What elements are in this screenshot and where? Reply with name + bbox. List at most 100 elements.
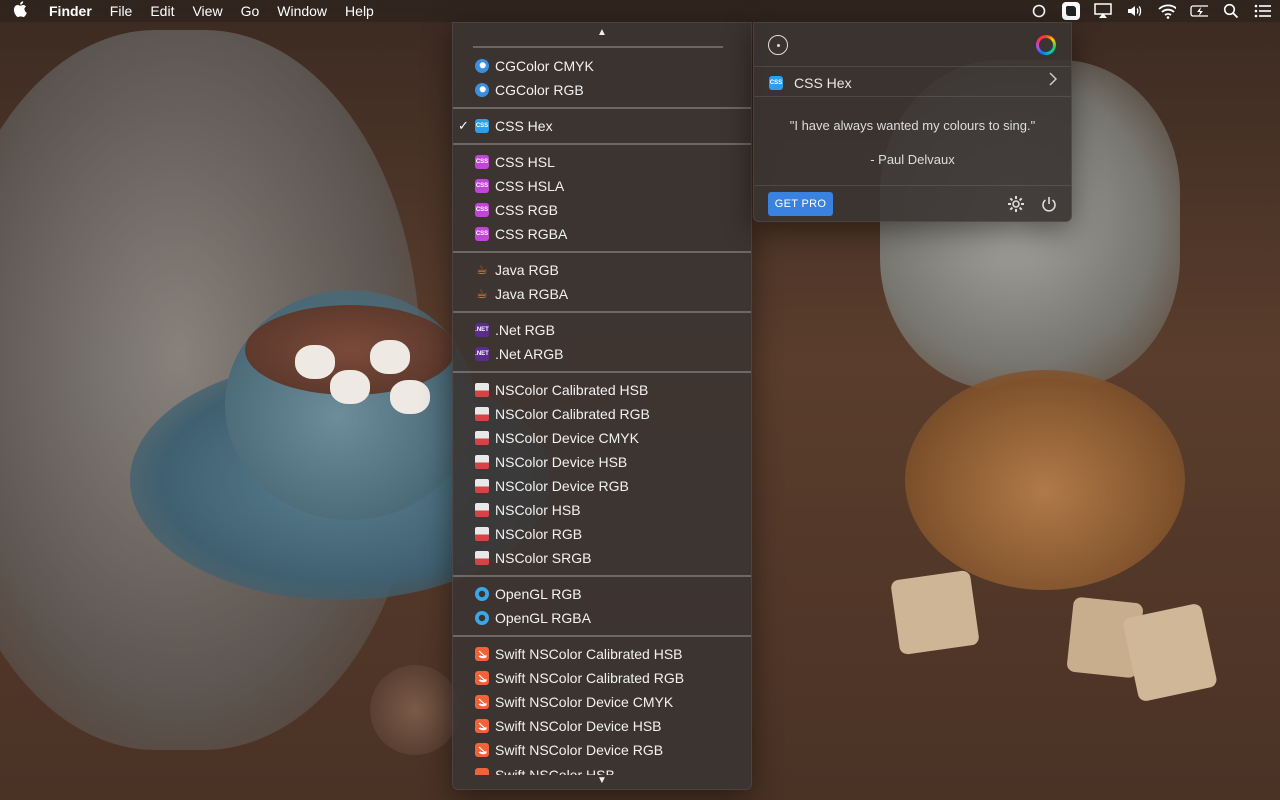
wallpaper-bowl xyxy=(905,370,1185,590)
menu-bar: Finder File Edit View Go Window Help xyxy=(0,0,1280,22)
wallpaper-macaron xyxy=(370,665,460,755)
menu-item-swift-nscolor-device-cmyk[interactable]: Swift NSColor Device CMYK xyxy=(453,690,751,714)
dotnet-icon: .NET xyxy=(475,347,489,361)
menu-view[interactable]: View xyxy=(183,0,231,22)
get-pro-button[interactable]: GET PRO xyxy=(768,192,833,216)
power-icon[interactable] xyxy=(1039,194,1059,214)
menu-separator xyxy=(453,143,751,145)
menu-separator xyxy=(453,251,751,253)
wallpaper-marshmallow xyxy=(330,370,370,404)
nscolor-icon xyxy=(475,503,489,517)
gear-icon[interactable] xyxy=(1006,194,1026,214)
notification-center-icon[interactable] xyxy=(1254,2,1272,20)
opengl-icon xyxy=(475,611,489,625)
wallpaper-marshmallow xyxy=(295,345,335,379)
quote-author: - Paul Delvaux xyxy=(870,152,955,167)
menu-item-nscolor-device-hsb[interactable]: NSColor Device HSB xyxy=(453,450,751,474)
color-picker-icon[interactable] xyxy=(768,35,788,55)
menu-separator xyxy=(453,371,751,373)
java-icon: ☕ xyxy=(476,262,488,277)
menu-item-nscolor-device-rgb[interactable]: NSColor Device RGB xyxy=(453,474,751,498)
wifi-icon[interactable] xyxy=(1158,2,1176,20)
nscolor-icon xyxy=(475,527,489,541)
swift-icon xyxy=(475,671,489,685)
menu-item-java-rgb[interactable]: ☕ Java RGB xyxy=(453,258,751,282)
menu-item-cgcolor-cmyk[interactable]: CGColor CMYK xyxy=(453,54,751,78)
css-icon: CSS xyxy=(769,75,783,90)
menu-separator xyxy=(453,107,751,109)
nscolor-icon xyxy=(475,551,489,565)
menu-separator xyxy=(453,575,751,577)
menu-help[interactable]: Help xyxy=(336,0,383,22)
nscolor-icon xyxy=(475,383,489,397)
nscolor-icon xyxy=(475,455,489,469)
menu-item-css-rgba[interactable]: CSS CSS RGBA xyxy=(453,222,751,246)
menu-item-nscolor-rgb[interactable]: NSColor RGB xyxy=(453,522,751,546)
menu-edit[interactable]: Edit xyxy=(141,0,183,22)
menu-item-opengl-rgb[interactable]: OpenGL RGB xyxy=(453,582,751,606)
menu-item-nscolor-calibrated-hsb[interactable]: NSColor Calibrated HSB xyxy=(453,378,751,402)
swift-icon xyxy=(475,695,489,709)
wallpaper-marshmallow xyxy=(390,380,430,414)
java-icon: ☕ xyxy=(476,286,488,301)
volume-icon[interactable] xyxy=(1126,2,1144,20)
color-app-icon[interactable] xyxy=(1062,2,1080,20)
status-area xyxy=(1030,0,1272,22)
menu-item-swift-nscolor-device-rgb[interactable]: Swift NSColor Device RGB xyxy=(453,738,751,762)
menu-divider xyxy=(473,46,723,48)
panel-divider xyxy=(754,66,1071,67)
menu-separator xyxy=(453,311,751,313)
format-dropdown-menu: ▲ CGColor CMYK CGColor RGB ✓ CSS CSS Hex… xyxy=(452,22,752,790)
menu-item-dotnet-rgb[interactable]: .NET .Net RGB xyxy=(453,318,751,342)
quote-text: "I have always wanted my colours to sing… xyxy=(789,118,1036,133)
menu-item-nscolor-calibrated-rgb[interactable]: NSColor Calibrated RGB xyxy=(453,402,751,426)
menu-item-java-rgba[interactable]: ☕ Java RGBA xyxy=(453,282,751,306)
menu-item-swift-nscolor-calibrated-hsb[interactable]: Swift NSColor Calibrated HSB xyxy=(453,642,751,666)
format-label: CSS Hex xyxy=(794,74,852,91)
menu-file[interactable]: File xyxy=(101,0,142,22)
scroll-down-arrow[interactable]: ▼ xyxy=(453,771,751,789)
menu-item-css-hex[interactable]: ✓ CSS CSS Hex xyxy=(453,114,751,138)
menu-item-nscolor-srgb[interactable]: NSColor SRGB xyxy=(453,546,751,570)
cgcolor-icon xyxy=(475,59,489,73)
menu-go[interactable]: Go xyxy=(232,0,269,22)
menu-item-nscolor-device-cmyk[interactable]: NSColor Device CMYK xyxy=(453,426,751,450)
panel-divider xyxy=(754,96,1071,97)
nscolor-icon xyxy=(475,479,489,493)
swift-icon xyxy=(475,647,489,661)
panel-divider xyxy=(754,185,1071,186)
menu-window[interactable]: Window xyxy=(268,0,336,22)
css-icon: CSS xyxy=(475,155,489,169)
swift-icon xyxy=(475,743,489,757)
menu-app-name[interactable]: Finder xyxy=(40,0,101,22)
nscolor-icon xyxy=(475,431,489,445)
dotnet-icon: .NET xyxy=(475,323,489,337)
checkmark-icon: ✓ xyxy=(458,118,469,133)
menu-item-cgcolor-rgb[interactable]: CGColor RGB xyxy=(453,78,751,102)
wallpaper-sugar-cube xyxy=(890,569,980,656)
menu-item-swift-nscolor-calibrated-rgb[interactable]: Swift NSColor Calibrated RGB xyxy=(453,666,751,690)
chevron-right-icon xyxy=(1049,72,1058,91)
apple-menu-icon[interactable] xyxy=(0,0,40,22)
menu-item-opengl-rgba[interactable]: OpenGL RGBA xyxy=(453,606,751,630)
color-app-popover: CSS CSS Hex "I have always wanted my col… xyxy=(753,22,1072,222)
color-wheel-icon[interactable] xyxy=(1036,35,1056,55)
menu-item-css-rgb[interactable]: CSS CSS RGB xyxy=(453,198,751,222)
menu-item-css-hsla[interactable]: CSS CSS HSLA xyxy=(453,174,751,198)
menu-item-nscolor-hsb[interactable]: NSColor HSB xyxy=(453,498,751,522)
css-icon: CSS xyxy=(475,179,489,193)
wallpaper-marshmallow xyxy=(370,340,410,374)
spotlight-icon[interactable] xyxy=(1222,2,1240,20)
format-selector[interactable]: CSS CSS Hex xyxy=(754,68,1071,97)
menu-item-css-hsl[interactable]: CSS CSS HSL xyxy=(453,150,751,174)
battery-icon[interactable] xyxy=(1190,2,1208,20)
menu-item-swift-nscolor-device-hsb[interactable]: Swift NSColor Device HSB xyxy=(453,714,751,738)
wallpaper-sugar-cube xyxy=(1122,602,1218,703)
opengl-icon xyxy=(475,587,489,601)
circle-status-icon[interactable] xyxy=(1030,2,1048,20)
nscolor-icon xyxy=(475,407,489,421)
scroll-up-arrow[interactable]: ▲ xyxy=(453,23,751,41)
menu-item-dotnet-argb[interactable]: .NET .Net ARGB xyxy=(453,342,751,366)
airplay-icon[interactable] xyxy=(1094,2,1112,20)
cgcolor-icon xyxy=(475,83,489,97)
